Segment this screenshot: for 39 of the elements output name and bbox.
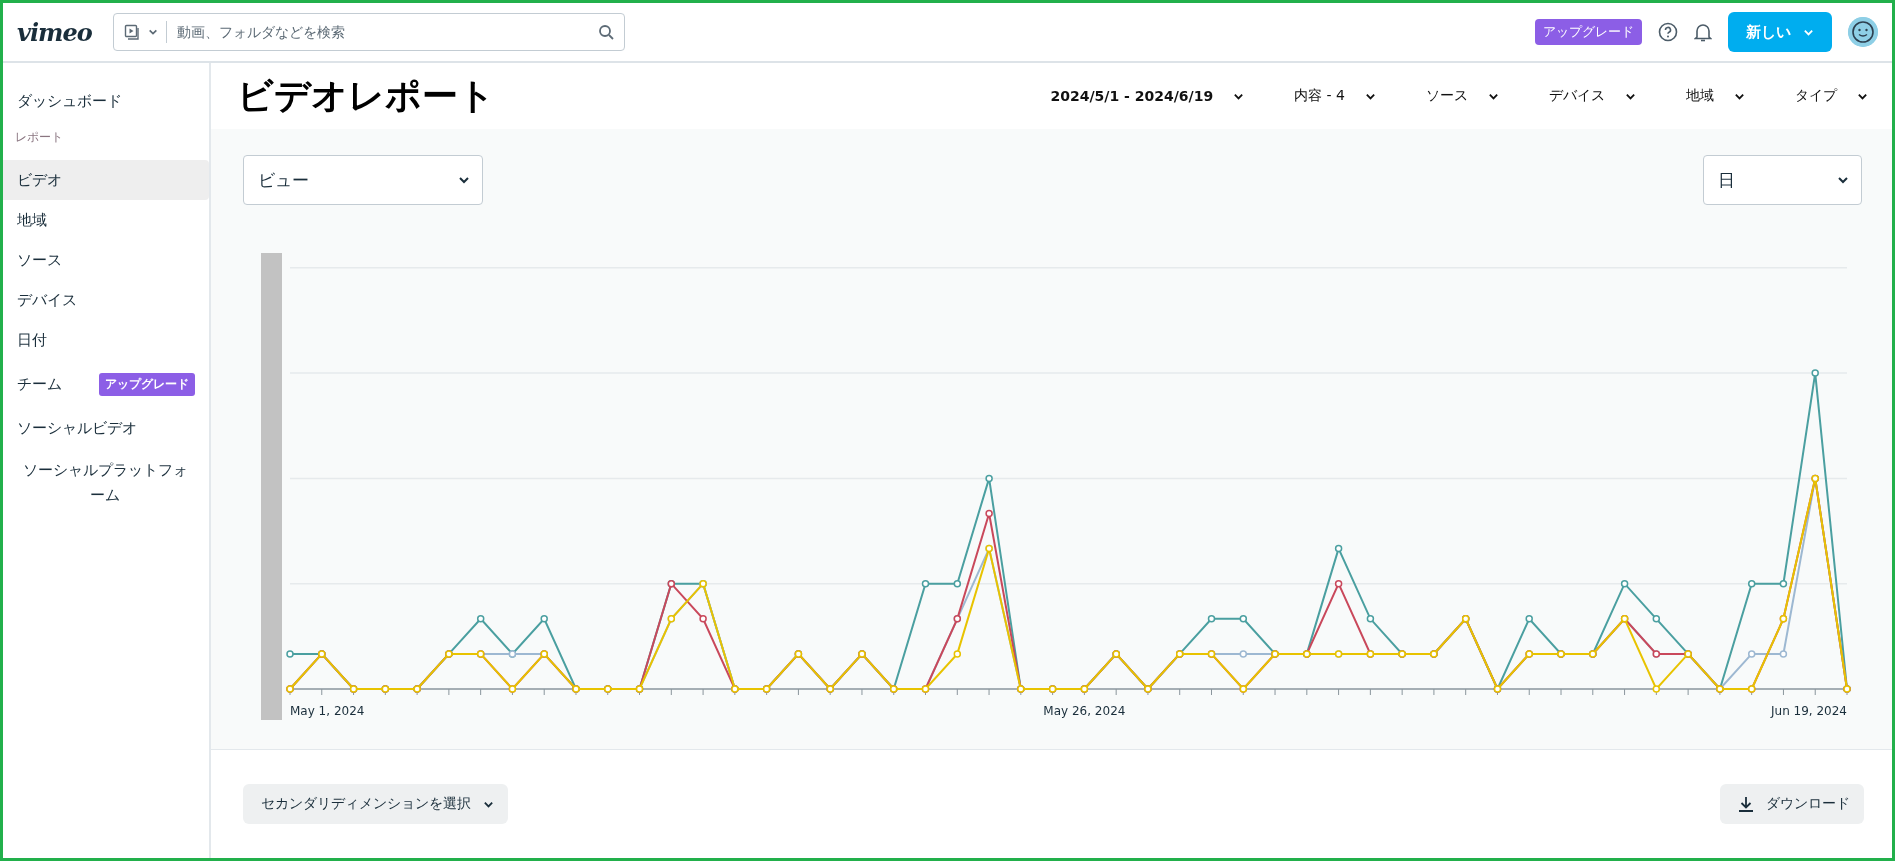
chevron-icon: [1837, 174, 1849, 186]
x-axis-label: Jun 19, 2024: [1771, 704, 1847, 718]
dashboard-link[interactable]: ダッシュボード: [3, 83, 209, 119]
filter-dropdown[interactable]: タイプ: [1745, 87, 1868, 105]
filter-dropdown[interactable]: デバイス: [1499, 87, 1636, 105]
x-axis-label: May 26, 2024: [1043, 704, 1126, 718]
interval-select[interactable]: 日: [1703, 155, 1862, 205]
sidebar-item[interactable]: 地域: [3, 200, 209, 240]
sidebar-item[interactable]: ソーシャルビデオ: [3, 408, 209, 448]
chevron-icon: [148, 27, 158, 37]
x-axis-label: May 1, 2024: [290, 704, 365, 718]
page-title: ビデオレポート: [237, 73, 496, 118]
filter-dropdown[interactable]: 2024/5/1 - 2024/6/19: [1000, 87, 1245, 105]
filter-dropdown[interactable]: 地域: [1636, 87, 1745, 105]
search-icon[interactable]: [598, 24, 614, 40]
search-field[interactable]: 動画、フォルダなどを検索: [113, 13, 625, 51]
sidebar-item[interactable]: デバイス: [3, 280, 209, 320]
video-icon[interactable]: [124, 24, 140, 40]
bell-icon[interactable]: [1694, 22, 1712, 42]
filter-dropdown[interactable]: 内容 - 4: [1244, 87, 1376, 105]
help-icon[interactable]: [1658, 22, 1678, 42]
upgrade-badge[interactable]: アップグレード: [1535, 19, 1642, 45]
chevron-icon: [458, 174, 470, 186]
metric-select[interactable]: ビュー: [243, 155, 483, 205]
sidebar-item[interactable]: ソース: [3, 240, 209, 280]
sidebar-item[interactable]: ソーシャルプラットフォーム: [3, 448, 209, 518]
item-label: チーム: [17, 374, 62, 394]
upgrade-badge[interactable]: アップグレード: [99, 372, 195, 396]
vimeo-logo[interactable]: vimeo: [17, 17, 97, 47]
filter-dropdown[interactable]: ソース: [1376, 87, 1499, 105]
download-icon: [1738, 796, 1754, 812]
sidebar-item[interactable]: チーム アップグレード: [3, 360, 209, 408]
search-input: 動画、フォルダなどを検索: [175, 23, 590, 41]
sidebar-item[interactable]: 日付: [3, 320, 209, 360]
secondary-dimension-button[interactable]: セカンダリディメンションを選択: [243, 784, 508, 824]
download-button[interactable]: ダウンロード: [1720, 784, 1864, 824]
avatar-icon[interactable]: [1848, 17, 1878, 47]
section-heading: レポート: [14, 129, 64, 146]
sidebar-item[interactable]: ビデオ: [3, 160, 209, 200]
